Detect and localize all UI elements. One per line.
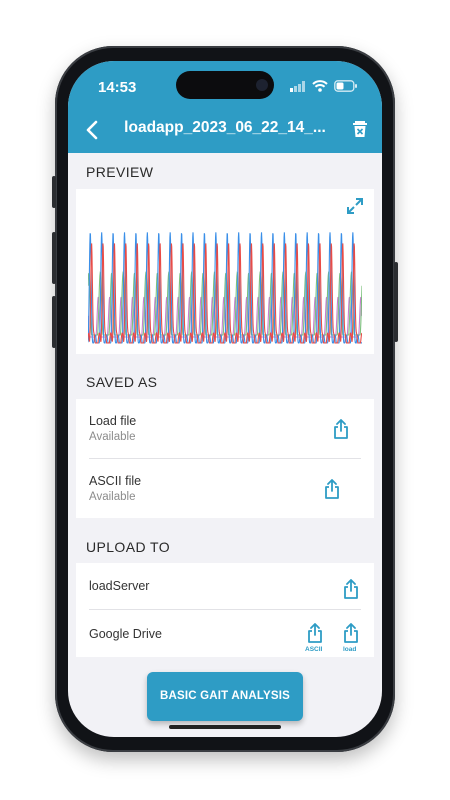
back-arrow-icon[interactable] <box>80 117 106 143</box>
expand-icon[interactable] <box>346 197 364 215</box>
upload-row-loadserver[interactable]: loadServer <box>76 563 374 609</box>
loadserver-label: loadServer <box>89 579 150 593</box>
phone-volume-up-button <box>52 232 56 284</box>
cellular-signal-icon <box>290 80 305 92</box>
status-icons <box>290 80 358 92</box>
share-icon[interactable] <box>342 579 360 599</box>
saved-row-ascii-file[interactable]: ASCII file Available <box>76 459 374 518</box>
page-title: loadapp_2023_06_22_14_... <box>124 119 326 136</box>
upload-to-card: loadServer Google Drive ASCII load <box>76 563 374 657</box>
ascii-file-status: Available <box>89 491 136 503</box>
saved-row-load-file[interactable]: Load file Available <box>76 399 374 458</box>
share-icon[interactable] <box>332 419 350 439</box>
ascii-upload-label: ASCII <box>305 646 323 653</box>
home-indicator <box>169 725 281 729</box>
share-ascii-icon[interactable] <box>306 623 324 643</box>
trash-icon[interactable] <box>350 119 370 139</box>
preview-heading: PREVIEW <box>86 164 154 180</box>
load-file-label: Load file <box>89 414 137 428</box>
phone-action-button <box>52 176 56 208</box>
phone-power-button <box>394 262 398 342</box>
preview-card <box>76 189 374 354</box>
load-file-status: Available <box>89 431 136 443</box>
battery-icon <box>334 80 357 92</box>
wifi-icon <box>312 80 328 92</box>
upload-row-google-drive: Google Drive ASCII load <box>76 610 374 657</box>
load-upload-label: load <box>343 646 357 653</box>
share-load-icon[interactable] <box>342 623 360 643</box>
camera-icon <box>256 79 268 91</box>
saved-as-card: Load file Available ASCII file Available <box>76 399 374 518</box>
upload-to-heading: UPLOAD TO <box>86 539 170 555</box>
dynamic-island <box>176 71 274 99</box>
share-icon[interactable] <box>323 479 341 499</box>
basic-gait-analysis-button[interactable]: BASIC GAIT ANALYSIS <box>147 672 303 721</box>
screen: 14:53 loadapp_2023_06_22_14_... PREVIEW … <box>68 61 382 737</box>
phone-volume-down-button <box>52 296 56 348</box>
saved-as-heading: SAVED AS <box>86 374 158 390</box>
status-time: 14:53 <box>98 79 137 96</box>
waveform-preview <box>88 232 362 344</box>
app-header: 14:53 loadapp_2023_06_22_14_... <box>68 61 382 153</box>
title-row: loadapp_2023_06_22_14_... <box>68 115 382 145</box>
ascii-file-label: ASCII file <box>89 474 142 488</box>
google-drive-label: Google Drive <box>89 627 162 641</box>
